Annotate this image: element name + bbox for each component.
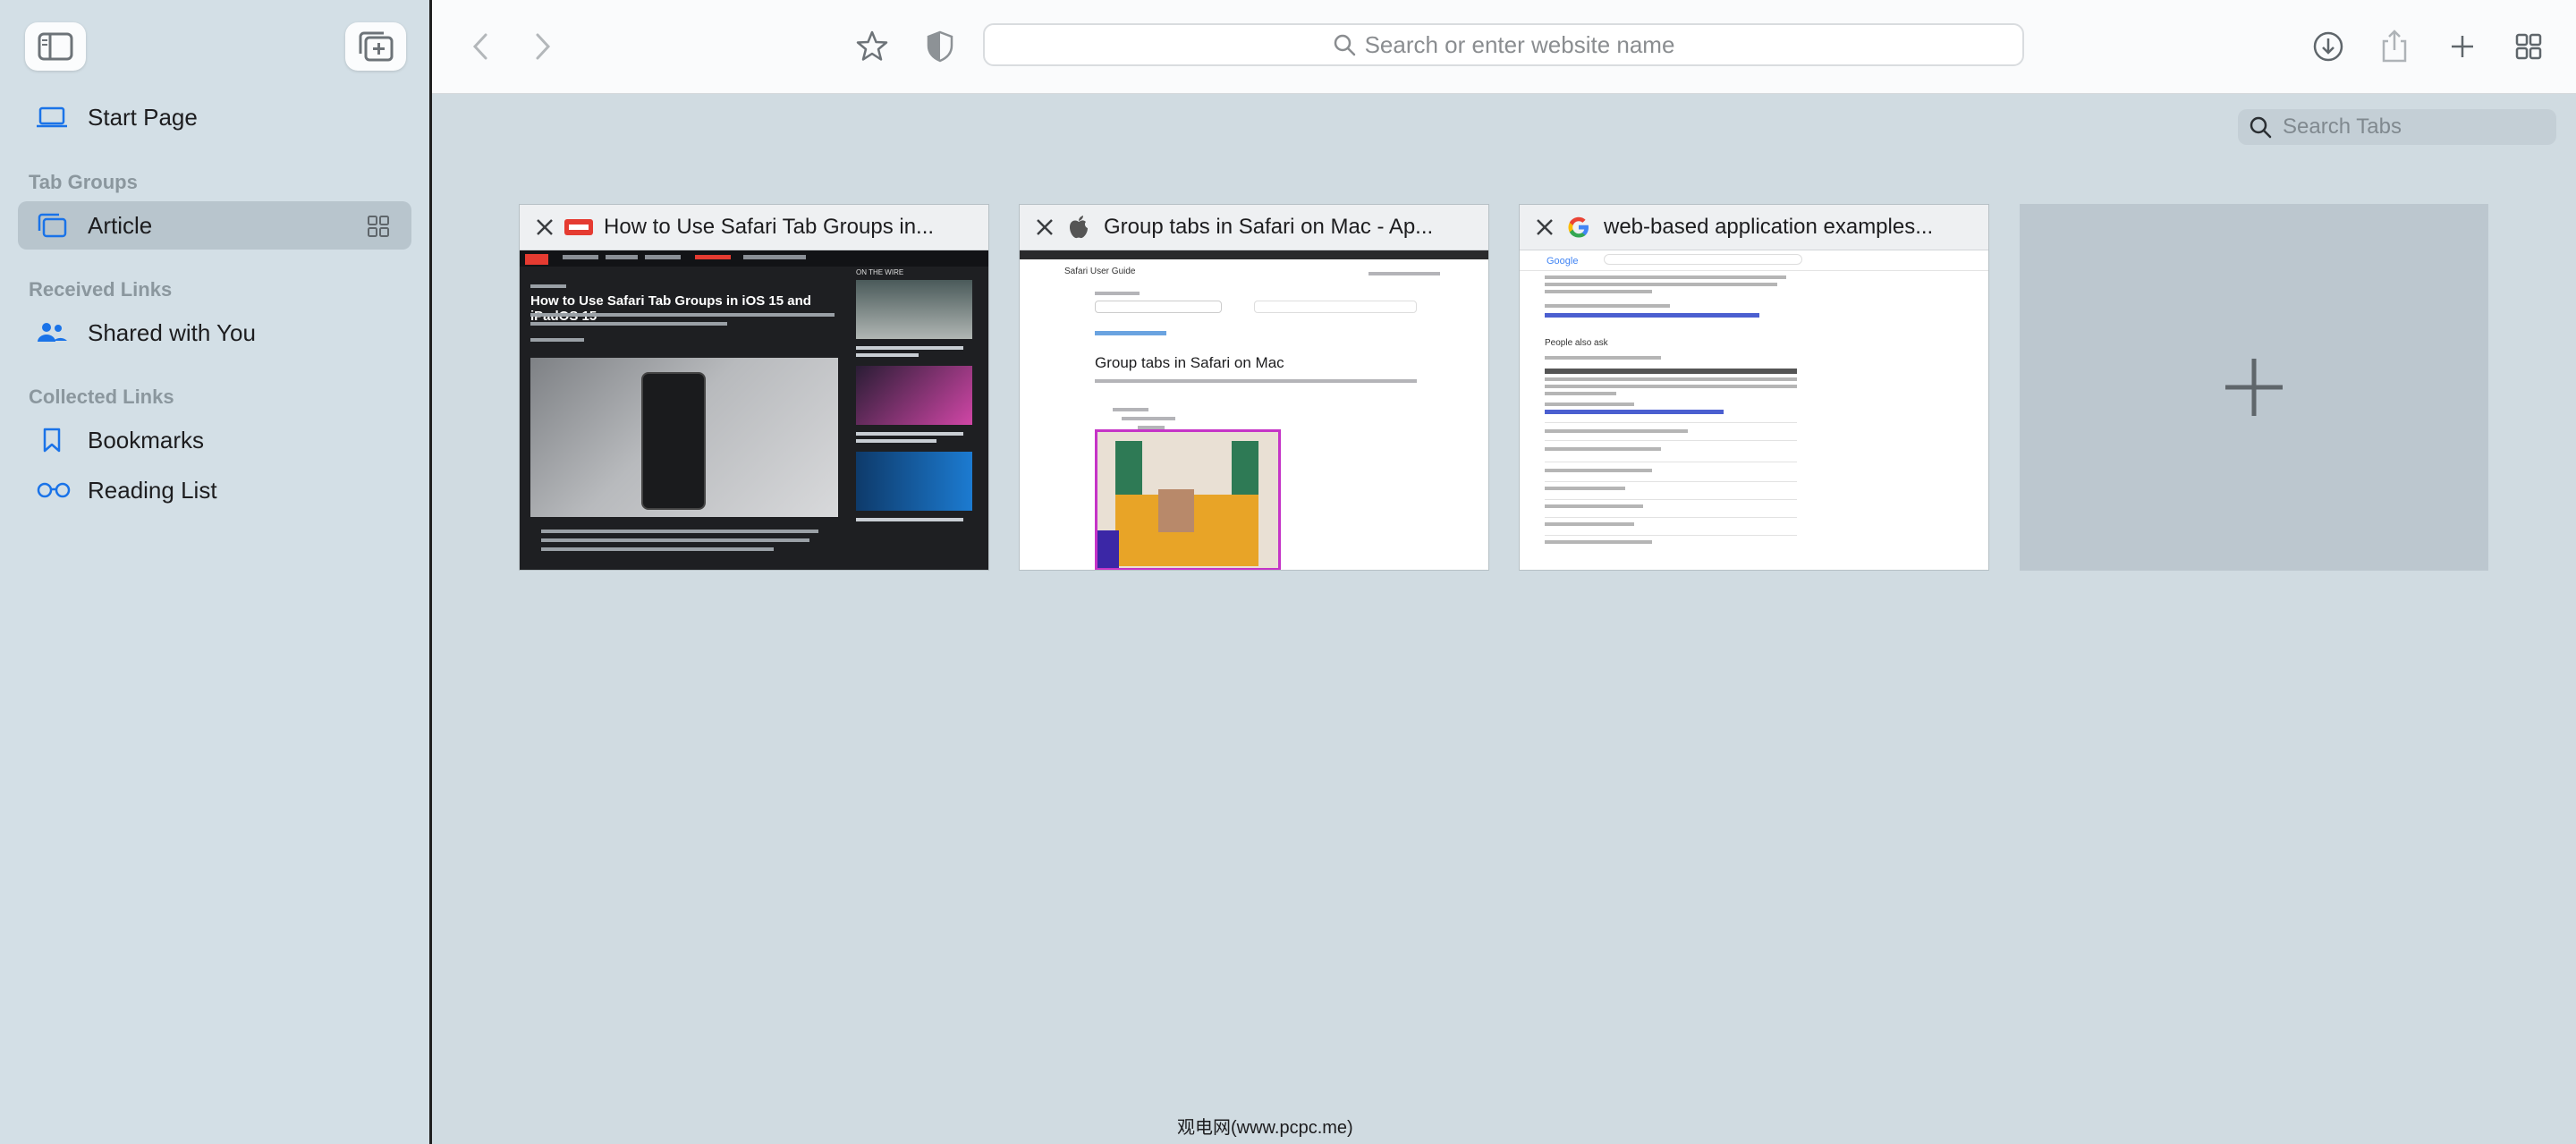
sidebar-item-bookmarks[interactable]: Bookmarks (18, 416, 411, 464)
star-icon (856, 30, 888, 61)
chevron-left-icon (472, 33, 487, 60)
tab-card-header: web-based application examples... (1520, 205, 1988, 250)
sidebar-item-shared-with-you[interactable]: Shared with You (18, 309, 411, 357)
forward-button[interactable] (523, 27, 563, 66)
new-tab-group-icon (359, 31, 394, 62)
laptop-icon (36, 105, 75, 130)
tab-card[interactable]: web-based application examples... Google… (1520, 205, 1988, 570)
search-tabs-input[interactable]: Search Tabs (2238, 109, 2556, 145)
apple-favicon (1063, 215, 1095, 240)
mte-favicon (563, 218, 595, 236)
thumb-headline: How to Use Safari Tab Groups in iOS 15 a… (530, 293, 811, 324)
share-icon (2382, 30, 2407, 63)
toolbar: Search or enter website name (432, 0, 2576, 94)
search-icon (1333, 33, 1356, 56)
tab-overview-button[interactable] (2509, 27, 2548, 66)
sidebar-item-label: Article (88, 211, 153, 239)
tab-card-header: Group tabs in Safari on Mac - Ap... (1020, 205, 1488, 250)
sidebar-icon (38, 32, 73, 61)
tab-card-header: How to Use Safari Tab Groups in... (520, 205, 988, 250)
tab-card[interactable]: Group tabs in Safari on Mac - Ap... Safa… (1020, 205, 1488, 570)
close-tab-button[interactable] (1027, 217, 1063, 237)
tab-card[interactable]: How to Use Safari Tab Groups in... How t… (520, 205, 988, 570)
sidebar-item-reading-list[interactable]: Reading List (18, 466, 411, 514)
close-icon (1037, 219, 1053, 235)
grid-icon (2515, 33, 2542, 60)
close-tab-button[interactable] (527, 217, 563, 237)
plus-icon (2452, 36, 2473, 57)
section-collected-links: Collected Links (29, 386, 174, 408)
plus-icon (2225, 359, 2283, 416)
thumb-google-logo: Google (1546, 256, 1579, 267)
sidebar-item-article[interactable]: Article (18, 201, 411, 250)
sidebar-item-label: Bookmarks (88, 426, 205, 453)
sidebar-item-start-page[interactable]: Start Page (18, 93, 411, 141)
glasses-icon (36, 479, 75, 501)
tab-group-icon (36, 212, 75, 239)
downloads-button[interactable] (2309, 27, 2348, 66)
thumb-guide-title: Safari User Guide (1064, 267, 1136, 276)
google-favicon (1563, 215, 1595, 240)
new-tab-group-button[interactable] (345, 22, 406, 71)
sidebar-item-label: Reading List (88, 476, 217, 504)
people-icon (36, 320, 75, 345)
bookmark-icon (36, 427, 75, 453)
url-search-input[interactable]: Search or enter website name (983, 23, 2024, 66)
new-tab-card[interactable] (2020, 204, 2488, 571)
search-icon (2249, 115, 2272, 139)
url-placeholder: Search or enter website name (1364, 30, 1675, 58)
sidebar-item-label: Shared with You (88, 318, 256, 346)
sidebar-item-label: Start Page (88, 103, 198, 131)
tab-title: How to Use Safari Tab Groups in... (604, 215, 935, 239)
tab-title: web-based application examples... (1604, 215, 1934, 239)
bookmark-star-button[interactable] (852, 27, 892, 66)
tab-thumbnail: How to Use Safari Tab Groups in iOS 15 a… (520, 250, 988, 570)
download-icon (2313, 31, 2343, 62)
tab-thumbnail: Google People also ask (1520, 250, 1988, 570)
thumb-section: People also ask (1545, 338, 1608, 348)
back-button[interactable] (461, 27, 500, 66)
section-received-links: Received Links (29, 278, 173, 301)
new-tab-button[interactable] (2443, 27, 2482, 66)
tab-title: Group tabs in Safari on Mac - Ap... (1104, 215, 1434, 239)
sidebar-toggle-button[interactable] (25, 22, 86, 71)
search-tabs-placeholder: Search Tabs (2283, 114, 2402, 139)
close-icon (537, 219, 553, 235)
privacy-shield-button[interactable] (920, 27, 960, 66)
close-tab-button[interactable] (1527, 217, 1563, 237)
section-tab-groups: Tab Groups (29, 171, 138, 193)
close-icon (1537, 219, 1553, 235)
watermark-text: 观电网(www.pcpc.me) (1177, 1118, 1353, 1138)
share-button[interactable] (2375, 27, 2414, 66)
thumb-side-heading: ON THE WIRE (856, 268, 904, 276)
shield-icon (927, 30, 953, 63)
chevron-right-icon (536, 33, 551, 60)
thumb-heading: Group tabs in Safari on Mac (1095, 354, 1284, 371)
grid-icon[interactable] (367, 215, 390, 242)
tab-thumbnail: Safari User Guide Group tabs in Safari o… (1020, 250, 1488, 570)
sidebar: Start Page Tab Groups Article Received L… (0, 0, 432, 1144)
